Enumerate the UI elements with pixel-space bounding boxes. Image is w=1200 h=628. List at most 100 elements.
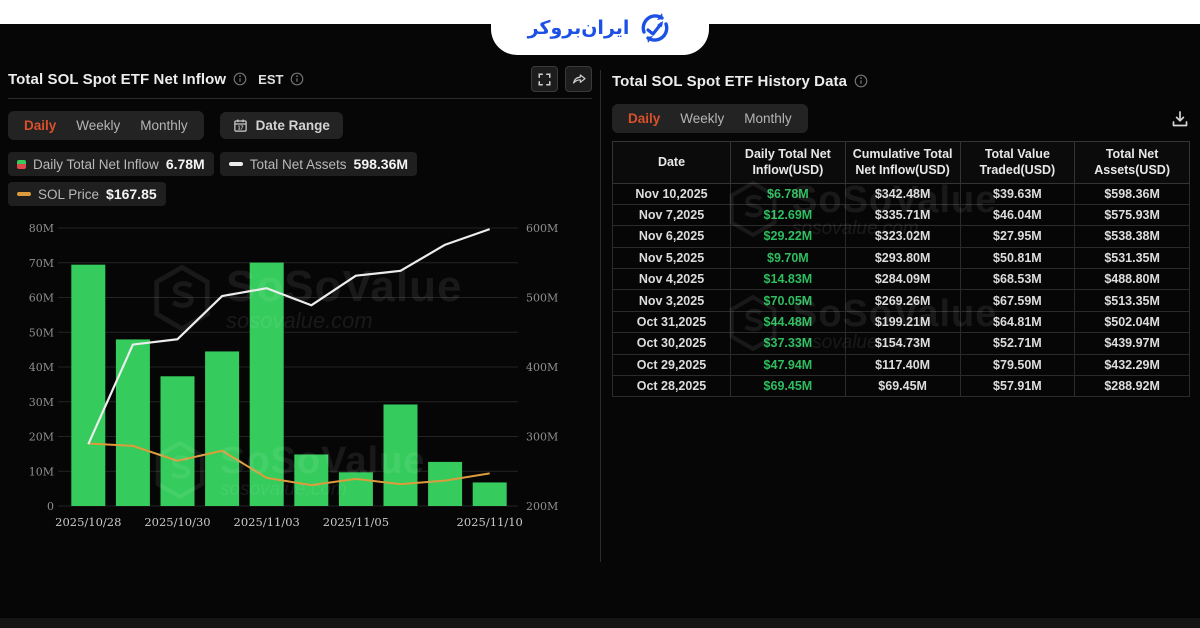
cell-date: Nov 3,2025 — [613, 290, 731, 311]
cell-value: $598.36M — [1075, 183, 1190, 204]
etf-inflow-chart[interactable]: 010M20M30M40M50M60M70M80M200M300M400M500… — [8, 212, 592, 547]
cell-date: Oct 30,2025 — [613, 333, 731, 354]
cell-value: $531.35M — [1075, 247, 1190, 268]
share-icon[interactable] — [565, 66, 592, 92]
svg-text:2025/11/05: 2025/11/05 — [323, 515, 389, 529]
svg-text:400M: 400M — [526, 361, 558, 374]
tab-monthly[interactable]: Monthly — [734, 108, 801, 129]
timezone-label: EST — [258, 72, 283, 87]
fullscreen-button[interactable] — [531, 66, 558, 92]
tab-weekly[interactable]: Weekly — [66, 115, 130, 136]
legend-sol-price[interactable]: SOL Price $167.85 — [8, 182, 166, 206]
net-assets-legend-icon — [229, 162, 243, 166]
table-row[interactable]: Oct 29,2025$47.94M$117.40M$79.50M$432.29… — [613, 354, 1190, 375]
table-row[interactable]: Nov 3,2025$70.05M$269.26M$67.59M$513.35M — [613, 290, 1190, 311]
cell-value: $513.35M — [1075, 290, 1190, 311]
cell-value: $502.04M — [1075, 311, 1190, 332]
table-row[interactable]: Nov 5,2025$9.70M$293.80M$50.81M$531.35M — [613, 247, 1190, 268]
cell-value: $199.21M — [845, 311, 960, 332]
cell-value: $67.59M — [960, 290, 1075, 311]
legend-daily-inflow[interactable]: Daily Total Net Inflow 6.78M — [8, 152, 214, 176]
cell-date: Nov 10,2025 — [613, 183, 731, 204]
cell-date: Nov 7,2025 — [613, 204, 731, 225]
download-icon[interactable] — [1170, 109, 1190, 129]
chart-title: Total SOL Spot ETF Net Inflow — [8, 71, 226, 88]
col-date: Date — [613, 142, 731, 184]
cell-value: $57.91M — [960, 375, 1075, 396]
info-icon[interactable] — [233, 72, 247, 86]
cell-value: $70.05M — [731, 290, 846, 311]
info-icon[interactable] — [854, 74, 868, 88]
svg-text:2025/10/28: 2025/10/28 — [55, 515, 121, 529]
table-row[interactable]: Nov 10,2025$6.78M$342.48M$39.63M$598.36M — [613, 183, 1190, 204]
cell-value: $488.80M — [1075, 269, 1190, 290]
interval-tabs: Daily Weekly Monthly — [8, 111, 204, 140]
cell-value: $439.97M — [1075, 333, 1190, 354]
cell-value: $14.83M — [731, 269, 846, 290]
svg-text:2025/11/03: 2025/11/03 — [234, 515, 300, 529]
brand-logo-text: ایران‌بروکر — [528, 17, 630, 39]
table-row[interactable]: Nov 6,2025$29.22M$323.02M$27.95M$538.38M — [613, 226, 1190, 247]
cell-value: $27.95M — [960, 226, 1075, 247]
legend-net-assets[interactable]: Total Net Assets 598.36M — [220, 152, 417, 176]
panel-divider — [600, 70, 601, 562]
cell-value: $335.71M — [845, 204, 960, 225]
cell-date: Nov 4,2025 — [613, 269, 731, 290]
col-cumulative-inflow: Cumulative Total Net Inflow(USD) — [845, 142, 960, 184]
col-value-traded: Total Value Traded(USD) — [960, 142, 1075, 184]
chart-legend: Daily Total Net Inflow 6.78M Total Net A… — [8, 152, 592, 206]
svg-text:20M: 20M — [29, 431, 54, 444]
info-icon[interactable] — [290, 72, 304, 86]
cell-date: Oct 31,2025 — [613, 311, 731, 332]
svg-text:30M: 30M — [29, 396, 54, 409]
net-assets-value: 598.36M — [354, 156, 408, 172]
cell-value: $52.71M — [960, 333, 1075, 354]
daily-inflow-value: 6.78M — [166, 156, 205, 172]
net-inflow-panel: Total SOL Spot ETF Net Inflow EST Daily … — [8, 64, 592, 547]
date-range-label: Date Range — [256, 118, 330, 133]
table-row[interactable]: Oct 30,2025$37.33M$154.73M$52.71M$439.97… — [613, 333, 1190, 354]
cell-value: $288.92M — [1075, 375, 1190, 396]
cell-value: $79.50M — [960, 354, 1075, 375]
svg-text:40M: 40M — [29, 361, 54, 374]
cell-value: $117.40M — [845, 354, 960, 375]
cell-value: $269.26M — [845, 290, 960, 311]
col-net-assets: Total Net Assets(USD) — [1075, 142, 1190, 184]
cell-value: $6.78M — [731, 183, 846, 204]
table-row[interactable]: Nov 4,2025$14.83M$284.09M$68.53M$488.80M — [613, 269, 1190, 290]
cell-date: Oct 28,2025 — [613, 375, 731, 396]
cell-value: $342.48M — [845, 183, 960, 204]
svg-text:80M: 80M — [29, 222, 54, 235]
cell-value: $47.94M — [731, 354, 846, 375]
cell-value: $39.63M — [960, 183, 1075, 204]
bottom-bar — [0, 618, 1200, 628]
table-row[interactable]: Oct 31,2025$44.48M$199.21M$64.81M$502.04… — [613, 311, 1190, 332]
table-title: Total SOL Spot ETF History Data — [612, 73, 847, 90]
svg-text:10M: 10M — [29, 465, 54, 478]
cell-value: $284.09M — [845, 269, 960, 290]
date-range-button[interactable]: 17 Date Range — [220, 112, 343, 139]
cell-value: $69.45M — [845, 375, 960, 396]
tab-daily[interactable]: Daily — [618, 108, 670, 129]
brand-logo-tab: ایران‌بروکر — [491, 0, 709, 55]
cell-value: $154.73M — [845, 333, 960, 354]
cell-value: $293.80M — [845, 247, 960, 268]
col-daily-inflow: Daily Total Net Inflow(USD) — [731, 142, 846, 184]
svg-text:70M: 70M — [29, 257, 54, 270]
tab-daily[interactable]: Daily — [14, 115, 66, 136]
cell-value: $64.81M — [960, 311, 1075, 332]
inflow-legend-icon — [17, 160, 26, 169]
svg-text:300M: 300M — [526, 431, 558, 444]
svg-text:17: 17 — [237, 126, 243, 132]
table-row[interactable]: Oct 28,2025$69.45M$69.45M$57.91M$288.92M — [613, 375, 1190, 396]
table-header-row: Date Daily Total Net Inflow(USD) Cumulat… — [613, 142, 1190, 184]
cell-value: $50.81M — [960, 247, 1075, 268]
tab-monthly[interactable]: Monthly — [130, 115, 197, 136]
cell-value: $575.93M — [1075, 204, 1190, 225]
history-data-panel: Total SOL Spot ETF History Data Daily We… — [612, 66, 1190, 397]
table-row[interactable]: Nov 7,2025$12.69M$335.71M$46.04M$575.93M — [613, 204, 1190, 225]
cell-value: $323.02M — [845, 226, 960, 247]
svg-text:2025/10/30: 2025/10/30 — [144, 515, 210, 529]
tab-weekly[interactable]: Weekly — [670, 108, 734, 129]
sol-price-value: $167.85 — [106, 186, 157, 202]
